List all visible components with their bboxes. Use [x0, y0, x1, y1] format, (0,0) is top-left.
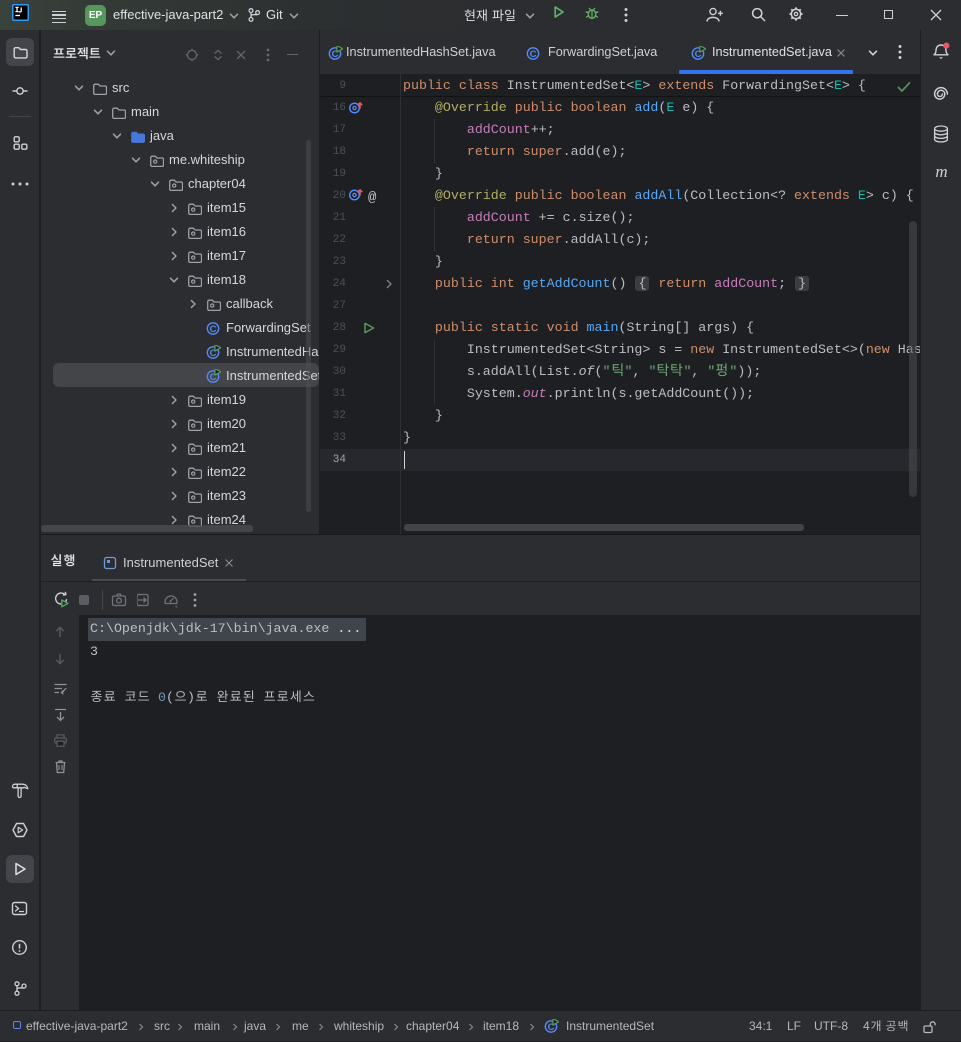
svg-text:C: C: [209, 324, 216, 335]
svg-text:C: C: [530, 49, 537, 60]
